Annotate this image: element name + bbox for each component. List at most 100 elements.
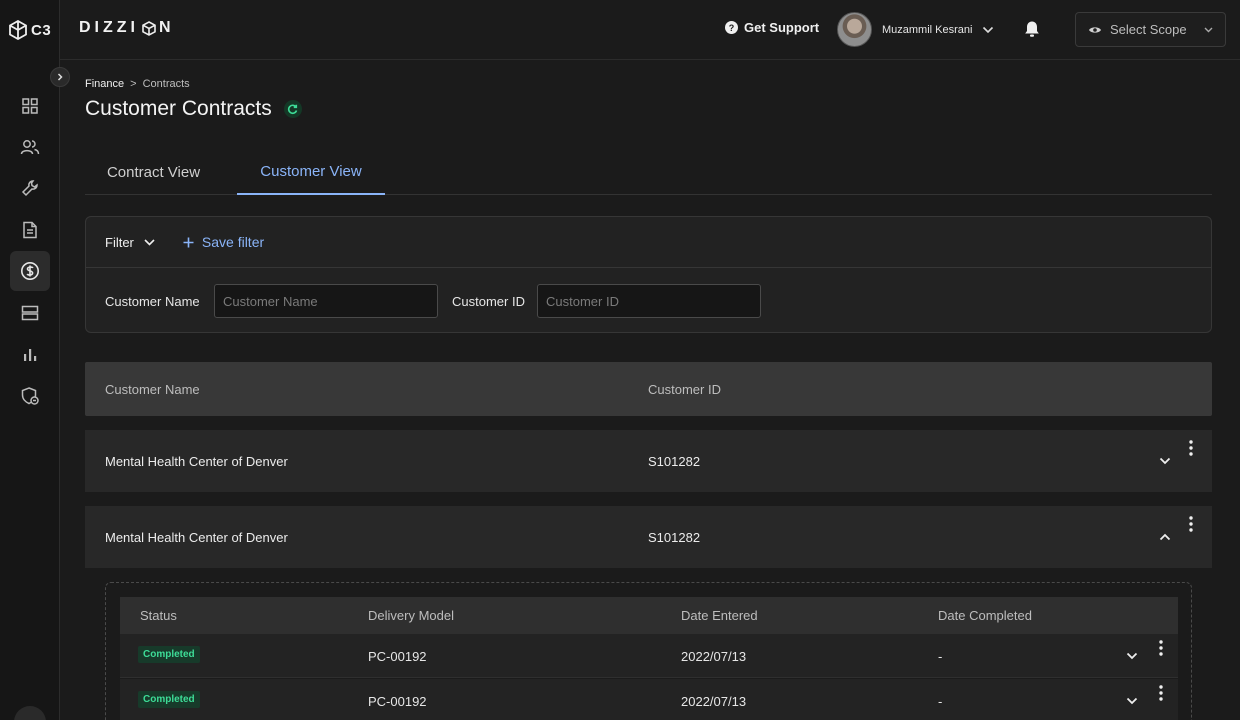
column-header-customer-id[interactable]: Customer ID [648,382,721,397]
page-title: Customer Contracts [85,97,272,120]
column-header-date-entered[interactable]: Date Entered [681,608,758,623]
row-actions-button[interactable] [1159,640,1163,659]
refresh-button[interactable] [283,100,302,118]
brand-cube-icon [142,20,156,36]
svg-text:?: ? [729,23,735,33]
nav-tools[interactable] [10,168,50,208]
expand-row-button[interactable] [1126,648,1138,663]
nav-dashboard[interactable] [10,86,50,126]
dollar-icon [21,262,39,280]
c3-logo[interactable]: C3 [8,20,51,40]
user-name: Muzammil Kesrani [882,23,973,36]
delivery-model-cell: PC-00192 [368,694,427,709]
server-icon [21,305,39,321]
brand-text-suffix: N [159,19,175,36]
view-tabs: Contract View Customer View [85,150,1212,195]
collapse-row-button[interactable] [1159,529,1171,544]
column-header-status[interactable]: Status [140,608,177,623]
help-circle-icon: ? [725,21,738,34]
breadcrumb-contracts[interactable]: Contracts [143,78,190,90]
user-menu[interactable]: Muzammil Kesrani [837,12,994,47]
row-actions-button[interactable] [1159,685,1163,704]
bar-chart-icon [24,349,37,361]
nav-reports[interactable] [10,334,50,374]
filter-label: Filter [105,234,134,250]
breadcrumb-finance[interactable]: Finance [85,78,124,90]
chevron-down-icon [1204,27,1213,32]
column-header-customer-name[interactable]: Customer Name [105,382,200,397]
nav-finance[interactable] [10,251,50,291]
select-scope-dropdown[interactable]: Select Scope [1075,12,1226,47]
plus-icon [183,237,194,247]
customer-id-input[interactable] [537,284,761,318]
status-badge: Completed [138,646,200,663]
select-scope-label: Select Scope [1110,22,1187,37]
customer-id-cell: S101282 [648,530,701,545]
wrench-icon [21,180,38,197]
get-support-label: Get Support [744,20,820,35]
column-header-delivery-model[interactable]: Delivery Model [368,608,454,623]
more-vertical-icon [1189,516,1193,532]
users-icon [20,140,40,155]
date-completed-cell: - [938,694,943,709]
save-filter-button[interactable]: Save filter [183,234,264,250]
table-row[interactable]: Mental Health Center of Denver S101282 [85,506,1212,568]
save-filter-label: Save filter [201,234,265,250]
bell-icon [1025,21,1039,37]
more-vertical-icon [1189,440,1193,456]
filter-dropdown-button[interactable]: Filter [105,235,155,250]
sidebar: C3 [0,0,60,720]
breadcrumb: Finance > Contracts [85,78,190,90]
expand-row-button[interactable] [1126,693,1138,708]
get-support-link[interactable]: ? Get Support [725,20,819,35]
customer-name-cell: Mental Health Center of Denver [105,530,288,545]
dizzion-logo[interactable]: DIZZI N [79,19,175,37]
avatar [837,12,872,47]
sidebar-collapse-button[interactable] [50,67,70,87]
date-completed-cell: - [938,649,943,664]
date-entered-cell: 2022/07/13 [681,694,747,709]
chevron-down-icon [1126,697,1138,705]
customer-name-input[interactable] [214,284,438,318]
cube-logo-icon [9,20,27,40]
status-badge: Completed [138,691,200,708]
chevron-down-icon [1126,652,1138,660]
expand-row-button[interactable] [1159,453,1171,468]
row-actions-button[interactable] [1189,516,1193,535]
delivery-model-cell: PC-00192 [368,649,427,664]
nav-documents[interactable] [10,210,50,250]
more-vertical-icon [1159,685,1163,701]
shield-icon [21,387,39,405]
brand-text: DIZZI [79,19,139,36]
customer-name-label: Customer Name [105,294,200,309]
table-row[interactable]: Mental Health Center of Denver S101282 [85,430,1212,492]
chevron-down-icon [983,26,994,33]
chevron-down-icon [1159,457,1171,465]
chevron-down-icon [144,238,155,246]
refresh-icon [288,104,298,114]
tab-contract-view[interactable]: Contract View [85,150,222,195]
c3-logo-text: C3 [31,21,52,39]
filter-panel: Filter Save filter Customer Name Custome… [85,216,1212,333]
dashboard-grid-icon [22,98,38,114]
notifications-button[interactable] [1024,20,1040,43]
contracts-subtable: Status Delivery Model Date Entered Date … [105,582,1192,720]
filter-toolbar: Filter Save filter [86,217,1211,268]
sidebar-bottom-button[interactable] [14,706,46,720]
customer-id-label: Customer ID [452,294,525,309]
subtable-row[interactable]: Completed PC-00192 2022/07/13 - [120,679,1178,720]
top-header: DIZZI N ? Get Support Muzammil Kesrani S… [60,0,1240,60]
tab-customer-view[interactable]: Customer View [237,150,385,195]
nav-servers[interactable] [10,293,50,333]
document-icon [23,221,37,239]
nav-security[interactable] [10,376,50,416]
breadcrumb-separator: > [130,78,137,90]
subtable-row[interactable]: Completed PC-00192 2022/07/13 - [120,634,1178,678]
eye-icon [1089,26,1101,33]
row-actions-button[interactable] [1189,440,1193,459]
nav-users[interactable] [10,127,50,167]
more-vertical-icon [1159,640,1163,656]
column-header-date-completed[interactable]: Date Completed [938,608,1032,623]
customer-id-cell: S101282 [648,454,701,469]
chevron-up-icon [1159,533,1171,541]
